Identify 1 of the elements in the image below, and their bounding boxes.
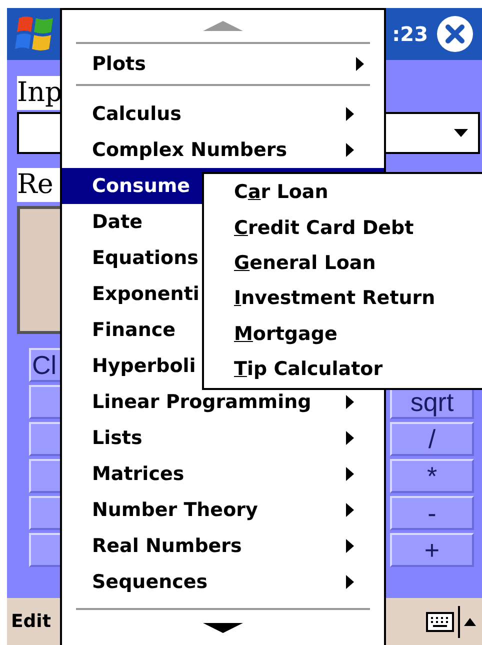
clock-text: :23: [392, 21, 428, 48]
